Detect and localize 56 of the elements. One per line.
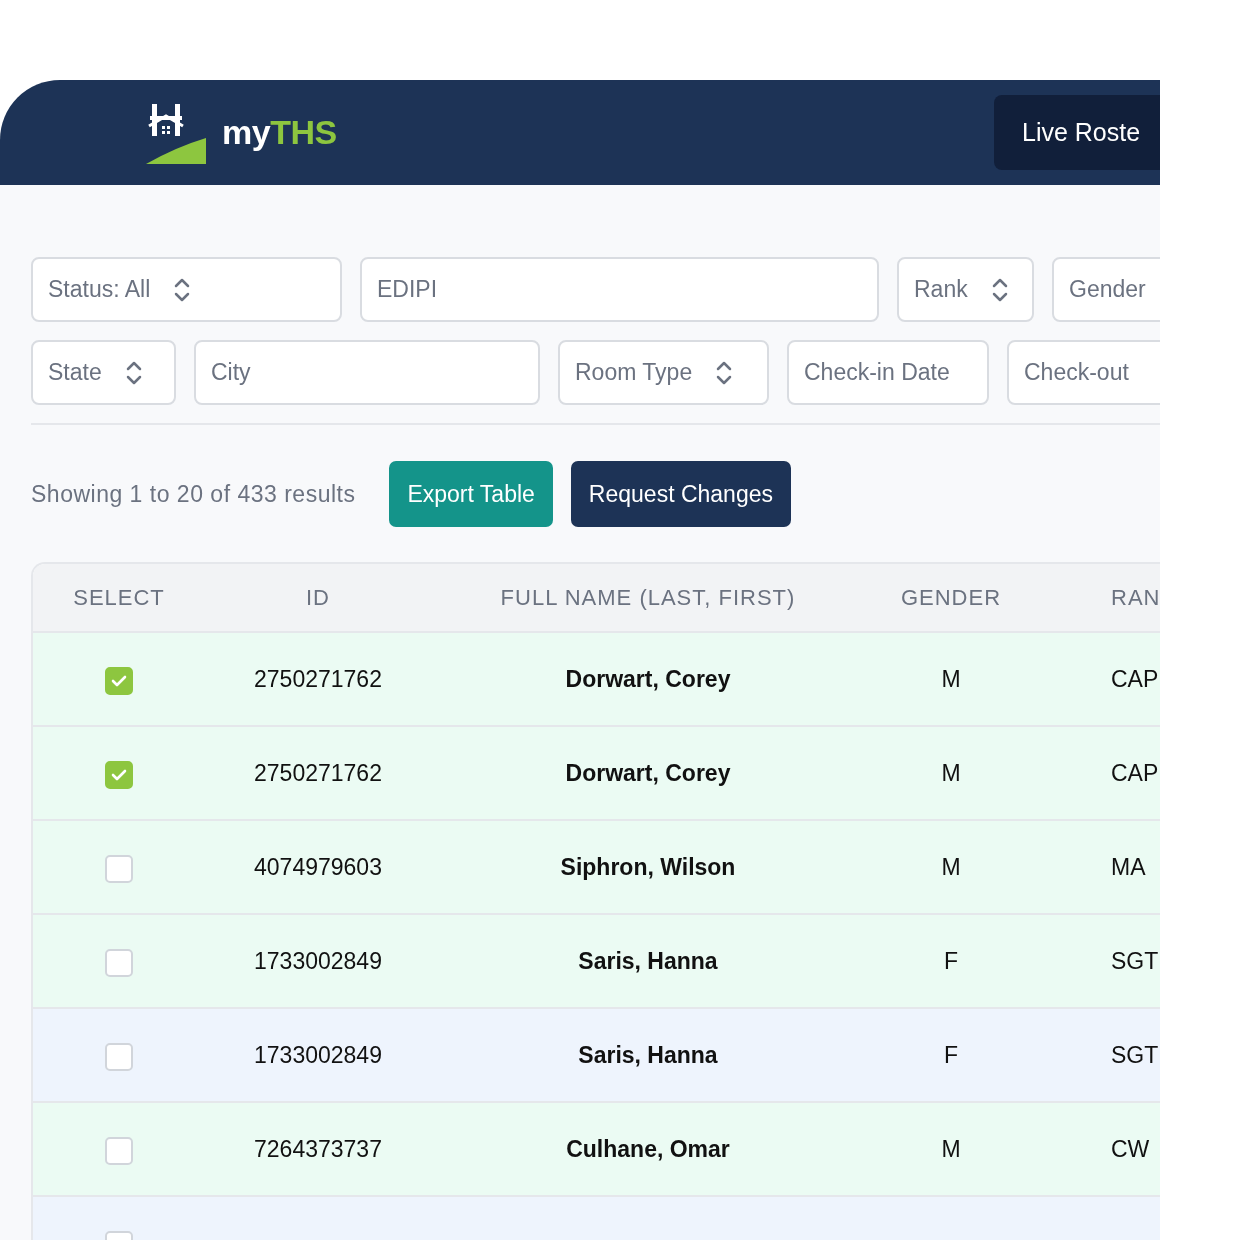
checkbox[interactable] [105,948,133,977]
name-cell: Dorwart, Corey [431,726,865,820]
chevron-up-down-icon [991,276,1008,303]
chevron-up-down-icon [716,359,733,386]
id-cell: 1733002849 [205,914,431,1008]
results-summary: Showing 1 to 20 of 433 results [31,479,356,509]
rank-cell: CAP [1037,726,1160,820]
rank-cell: SGT [1037,914,1160,1008]
filter-select[interactable]: Room Type [558,340,769,405]
filter-select[interactable]: Gender [1052,257,1160,322]
gender-cell: M [865,726,1037,820]
filter-input[interactable]: EDIPI [360,257,879,322]
id-cell: 7264373737 [205,1102,431,1196]
name-cell: Saris, Hanna [431,914,865,1008]
name-cell: Culhane, Omar [431,1102,865,1196]
column-header: SELECT [33,564,205,632]
checkbox[interactable] [105,1042,133,1071]
column-header: GENDER [865,564,1037,632]
chevron-up-down-icon [174,276,191,303]
name-cell: Dorwart, Corey [431,632,865,726]
id-cell: 1733002849 [205,1008,431,1102]
logo-text: myTHS [222,112,337,153]
gender-cell: M [865,820,1037,914]
filter-select[interactable]: State [31,340,176,405]
rank-cell: SGT [1037,1008,1160,1102]
checkbox[interactable] [105,1136,133,1165]
gender-cell: F [865,1008,1037,1102]
rank-cell: MA [1037,820,1160,914]
check-icon [111,673,127,688]
filter-input[interactable]: Check-out [1007,340,1160,405]
id-cell: 2750271762 [205,726,431,820]
name-cell: Siphron, Wilson [431,820,865,914]
filter-input[interactable]: Check-in Date [787,340,989,405]
checkbox[interactable] [105,760,133,789]
chevron-up-down-icon [125,359,142,386]
column-header: ID [205,564,431,632]
id-cell: 4074979603 [205,820,431,914]
gender-cell: F [865,914,1037,1008]
logo-icon [146,101,206,164]
name-cell: Saris, Hanna [431,1008,865,1102]
check-icon [111,767,127,782]
column-header: RAN [1037,564,1160,632]
rank-cell: CAP [1037,632,1160,726]
checkbox[interactable] [105,666,133,695]
export-button[interactable]: Export Table [389,461,553,527]
rank-cell: CW [1037,1102,1160,1196]
filter-select[interactable]: Rank [897,257,1034,322]
gender-cell: M [865,1102,1037,1196]
column-header: FULL NAME (LAST, FIRST) [431,564,865,632]
request-changes-button[interactable]: Request Changes [570,461,791,527]
live-roster-button[interactable]: Live Roste [994,95,1160,170]
checkbox[interactable] [105,854,133,883]
gender-cell: M [865,632,1037,726]
id-cell: 2750271762 [205,632,431,726]
filter-select[interactable]: Status: All [31,257,342,322]
filter-input[interactable]: City [194,340,540,405]
